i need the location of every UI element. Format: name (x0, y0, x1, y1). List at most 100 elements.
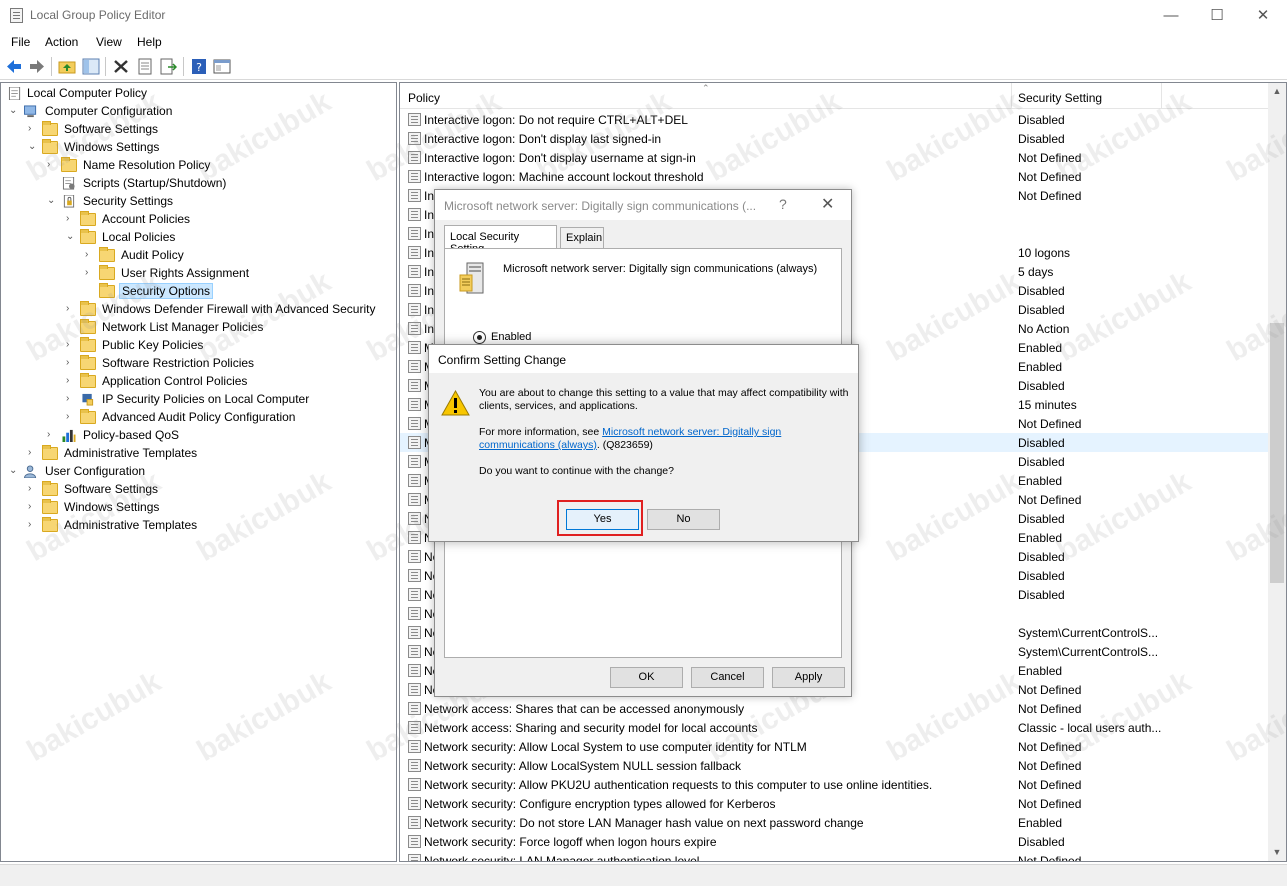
export-list-icon[interactable] (159, 58, 177, 75)
properties-icon[interactable] (136, 58, 154, 75)
show-hide-tree-icon[interactable] (82, 58, 100, 75)
table-row[interactable]: Interactive logon: Machine account locko… (400, 167, 1270, 186)
chevron-right-icon[interactable]: › (85, 250, 95, 260)
help-button[interactable]: ? (779, 196, 787, 212)
chevron-right-icon[interactable]: › (66, 394, 76, 404)
policy-name-cell: Network security: Force logoff when logo… (424, 835, 717, 849)
delete-icon[interactable] (112, 58, 130, 75)
security-setting-cell: Disabled (1018, 379, 1065, 393)
chevron-down-icon[interactable]: ⌄ (9, 466, 19, 476)
table-row[interactable]: Network security: Force logoff when logo… (400, 832, 1270, 851)
security-setting-cell: 10 logons (1018, 246, 1071, 260)
column-divider[interactable] (1161, 83, 1162, 109)
menu-view[interactable]: View (96, 35, 122, 49)
table-row[interactable]: Network access: Shares that can be acces… (400, 699, 1270, 718)
chevron-right-icon[interactable]: › (28, 484, 38, 494)
close-button[interactable]: ✕ (1240, 0, 1286, 31)
back-arrow-icon[interactable] (5, 58, 23, 75)
chevron-down-icon[interactable]: ⌄ (66, 232, 76, 242)
policy-setting-icon (408, 265, 421, 278)
apply-button[interactable]: Apply (772, 667, 845, 688)
policy-name-cell: Network access: Shares that can be acces… (424, 702, 745, 716)
menu-help[interactable]: Help (137, 35, 162, 49)
radio-selected-icon[interactable] (473, 331, 486, 344)
tree-item-label: Administrative Templates (64, 518, 198, 532)
chevron-right-icon[interactable]: › (66, 412, 76, 422)
console-view-icon[interactable] (213, 58, 231, 75)
scroll-up-icon[interactable]: ▲ (1268, 83, 1286, 100)
minimize-button[interactable]: — (1148, 0, 1194, 31)
security-setting-cell: Not Defined (1018, 740, 1082, 754)
tab-local-security-setting[interactable]: Local Security Setting (444, 225, 557, 255)
tab-explain[interactable]: Explain (560, 227, 604, 249)
chevron-down-icon[interactable]: ⌄ (9, 106, 19, 116)
table-row[interactable]: Interactive logon: Don't display usernam… (400, 148, 1270, 167)
up-folder-icon[interactable] (58, 58, 76, 75)
tree-item-label: User Rights Assignment (121, 266, 250, 280)
policy-setting-icon (408, 379, 421, 392)
table-row[interactable]: Network security: Configure encryption t… (400, 794, 1270, 813)
chevron-right-icon[interactable]: › (66, 340, 76, 350)
forward-arrow-icon[interactable] (28, 58, 46, 75)
tree-item-label: Administrative Templates (64, 446, 198, 460)
table-row[interactable]: Interactive logon: Don't display last si… (400, 129, 1270, 148)
table-row[interactable]: Network security: Allow PKU2U authentica… (400, 775, 1270, 794)
chevron-down-icon[interactable]: ⌄ (47, 196, 57, 206)
tree-item-label: Scripts (Startup/Shutdown) (83, 176, 227, 190)
tree-item-label: Application Control Policies (102, 374, 248, 388)
column-divider[interactable] (1011, 83, 1012, 109)
security-setting-cell: Not Defined (1018, 683, 1082, 697)
chevron-right-icon[interactable]: › (85, 268, 95, 278)
dialog-close-button[interactable]: ✕ (821, 194, 834, 214)
chevron-right-icon[interactable]: › (66, 358, 76, 368)
policy-name-cell: Network security: Allow PKU2U authentica… (424, 778, 933, 792)
table-row[interactable]: Network security: Allow LocalSystem NULL… (400, 756, 1270, 775)
tree-item-label: Public Key Policies (102, 338, 204, 352)
tree-item-label: Network List Manager Policies (102, 320, 264, 334)
cancel-button[interactable]: Cancel (691, 667, 764, 688)
folder-icon (80, 319, 96, 334)
menu-action[interactable]: Action (45, 35, 78, 49)
chevron-right-icon[interactable]: › (28, 520, 38, 530)
policy-setting-icon (408, 854, 421, 861)
table-row[interactable]: Interactive logon: Do not require CTRL+A… (400, 110, 1270, 129)
no-button[interactable]: No (647, 509, 720, 530)
tree-item-label: Account Policies (102, 212, 191, 226)
maximize-button[interactable]: ☐ (1194, 0, 1240, 31)
lock-folder-icon (80, 229, 96, 244)
policy-setting-icon (408, 778, 421, 791)
policy-setting-icon (408, 170, 421, 183)
policy-setting-icon (408, 113, 421, 126)
scroll-down-icon[interactable]: ▼ (1268, 844, 1286, 861)
chevron-right-icon[interactable]: › (28, 448, 38, 458)
policy-name-cell: Network security: Allow Local System to … (424, 740, 807, 754)
policy-setting-icon (408, 740, 421, 753)
status-bar (0, 864, 1287, 886)
chevron-right-icon[interactable]: › (66, 214, 76, 224)
table-row[interactable]: Network access: Sharing and security mod… (400, 718, 1270, 737)
chevron-right-icon[interactable]: › (47, 160, 57, 170)
column-header-security-setting[interactable]: Security Setting (1018, 91, 1102, 105)
chevron-right-icon[interactable]: › (66, 304, 76, 314)
menu-file[interactable]: File (11, 35, 30, 49)
chevron-right-icon[interactable]: › (28, 502, 38, 512)
chevron-right-icon[interactable]: › (47, 430, 57, 440)
table-row[interactable]: Network security: Allow Local System to … (400, 737, 1270, 756)
security-setting-cell: Not Defined (1018, 151, 1082, 165)
tree-item-label: IP Security Policies on Local Computer (102, 392, 310, 406)
table-row[interactable]: Network security: Do not store LAN Manag… (400, 813, 1270, 832)
policy-setting-icon (408, 474, 421, 487)
title-bar: Local Group Policy Editor — ☐ ✕ (0, 0, 1287, 31)
help-icon[interactable]: ? (190, 58, 208, 75)
column-header-policy[interactable]: Policy (408, 91, 440, 105)
table-row[interactable]: Network security: LAN Manager authentica… (400, 851, 1270, 861)
chevron-down-icon[interactable]: ⌄ (28, 142, 38, 152)
policy-setting-icon (408, 797, 421, 810)
scrollbar-thumb[interactable] (1270, 323, 1284, 583)
ok-button[interactable]: OK (610, 667, 683, 688)
vertical-scrollbar[interactable]: ▲ ▼ (1268, 83, 1286, 861)
tree-item-label: Security Options (119, 283, 214, 299)
folder-icon (42, 445, 58, 460)
chevron-right-icon[interactable]: › (66, 376, 76, 386)
chevron-right-icon[interactable]: › (28, 124, 38, 134)
